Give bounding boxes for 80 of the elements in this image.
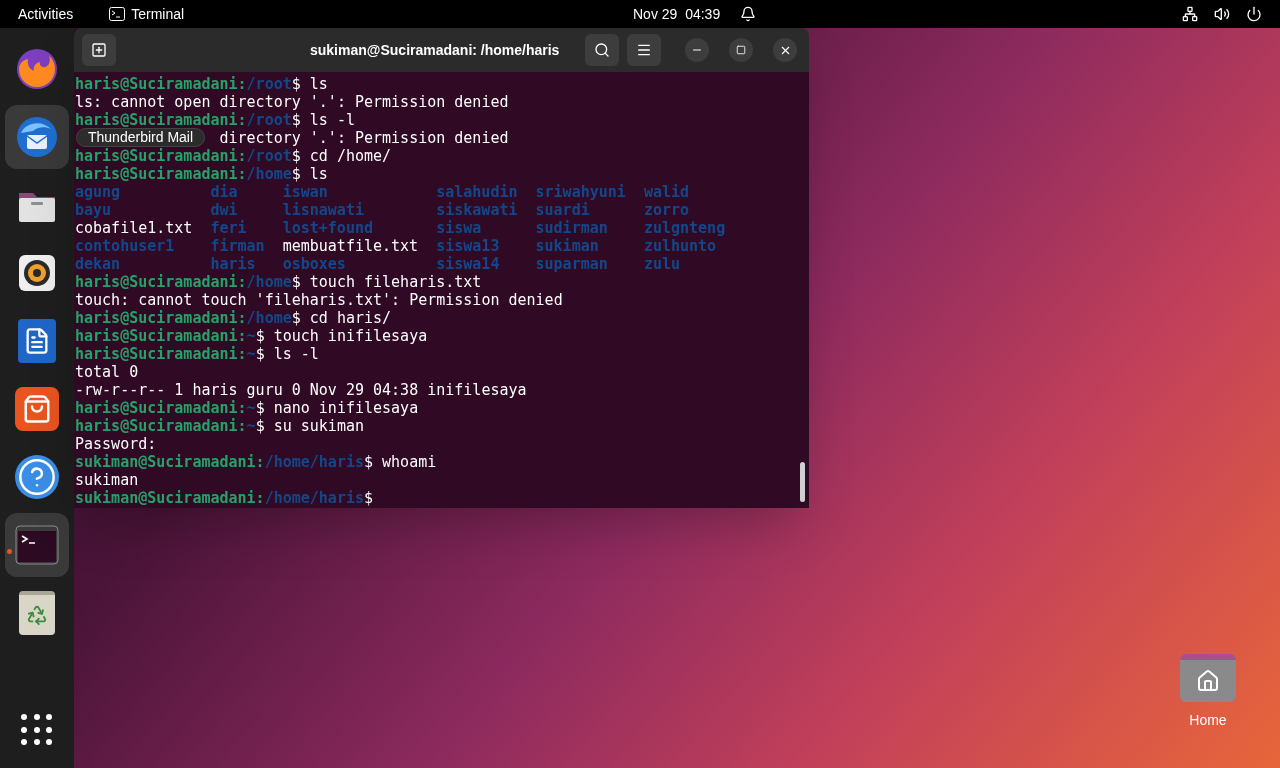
file-name: membuatfile.txt (282, 237, 419, 255)
directory-name: feri (210, 219, 247, 237)
output-line: sukiman (75, 471, 139, 489)
directory-name: agung (75, 183, 121, 201)
prompt-line: haris@Suciramadani:~$ ls -l (75, 345, 319, 363)
directory-name: suparman (535, 255, 608, 273)
menu-button[interactable] (627, 34, 661, 66)
directory-name: siswa (436, 219, 482, 237)
directory-name: lisnawati (282, 201, 364, 219)
prompt-line: sukiman@Suciramadani:/home/haris$ (75, 489, 374, 507)
directory-name: lost+found (282, 219, 373, 237)
directory-name: firman (210, 237, 265, 255)
menu-icon (636, 42, 652, 58)
search-icon (594, 42, 610, 58)
app-menu-button[interactable]: Terminal (131, 3, 185, 25)
fox-globe-icon (15, 47, 59, 91)
prompt-line: haris@Suciramadani:/root$ cd /home/ (75, 147, 392, 165)
terminal-icon (15, 525, 59, 565)
directory-name: dwi (210, 201, 238, 219)
directory-name: walid (643, 183, 690, 201)
clock-button[interactable]: Nov 29 04:39 (633, 3, 721, 25)
bell-icon (740, 6, 757, 22)
search-button[interactable] (585, 34, 619, 66)
minimize-button[interactable] (685, 38, 709, 62)
home-folder-label: Home (1189, 711, 1227, 730)
trash-icon (19, 591, 55, 635)
directory-name: siskawati (436, 201, 518, 219)
prompt-line: haris@Suciramadani:/home$ touch fileharis.txt (75, 273, 482, 291)
new-tab-icon (91, 42, 107, 58)
scrollbar-thumb[interactable] (800, 462, 805, 502)
directory-name: zulgnteng (643, 219, 726, 237)
directory-name: sukiman (535, 237, 599, 255)
shopping-bag-icon (15, 387, 59, 431)
directory-name: sudirman (535, 219, 608, 237)
home-folder-icon[interactable] (1180, 654, 1236, 702)
volume-icon[interactable] (1214, 6, 1230, 22)
directory-name: zorro (643, 201, 690, 219)
prompt-line: haris@Suciramadani:/home$ cd haris/ (75, 309, 392, 327)
directory-name: zulhunto (643, 237, 717, 255)
terminal-icon (109, 7, 126, 21)
output-line: directory '.': Permission denied (219, 129, 509, 147)
directory-name: sriwahyuni (535, 183, 626, 201)
activities-button[interactable]: Activities (18, 3, 74, 25)
directory-name: haris (210, 255, 256, 273)
output-line: -rw-r--r-- 1 haris guru 0 Nov 29 04:38 inifilesaya (75, 381, 527, 399)
power-icon[interactable] (1246, 6, 1262, 22)
maximize-icon (736, 45, 746, 55)
prompt-line: haris@Suciramadani:~$ nano inifilesaya (75, 399, 419, 417)
dock-item[interactable] (5, 105, 69, 169)
output-line: touch: cannot touch 'fileharis.txt': Permission denied (75, 291, 563, 309)
directory-name: osboxes (282, 255, 346, 273)
prompt-line: haris@Suciramadani:~$ su sukiman (75, 417, 364, 435)
document-icon (18, 319, 56, 363)
output-line: total 0 (75, 363, 139, 381)
prompt-line: haris@Suciramadani:/home$ ls (75, 165, 328, 183)
window-title: sukiman@Suciramadani: /home/haris (310, 40, 560, 60)
directory-name: suardi (535, 201, 590, 219)
network-icon[interactable] (1182, 6, 1198, 22)
directory-name: siswa13 (436, 237, 500, 255)
new-tab-button[interactable] (82, 34, 116, 66)
prompt-line: haris@Suciramadani:/root$ ls -l (75, 111, 355, 129)
directory-name: bayu (75, 201, 112, 219)
maximize-button[interactable] (729, 38, 753, 62)
prompt-line: sukiman@Suciramadani:/home/haris$ whoami (75, 453, 437, 471)
directory-name: dia (210, 183, 238, 201)
output-line: ls: cannot open directory '.': Permission denied (75, 93, 509, 111)
directory-name: dekan (75, 255, 121, 273)
bird-envelope-icon (15, 115, 59, 159)
close-button[interactable] (773, 38, 797, 62)
tooltip: Thunderbird Mail (76, 128, 206, 147)
help-icon (15, 455, 59, 499)
directory-name: contohuser1 (75, 237, 175, 255)
directory-name: zulu (643, 255, 680, 273)
output-line: Password: (75, 435, 157, 453)
prompt-line: haris@Suciramadani:/root$ ls (75, 75, 328, 93)
directory-name: siswa14 (436, 255, 500, 273)
file-name: cobafile1.txt (75, 219, 193, 237)
prompt-line: haris@Suciramadani:~$ touch inifilesaya (75, 327, 428, 345)
directory-name: salahudin (436, 183, 518, 201)
directory-name: iswan (282, 183, 328, 201)
